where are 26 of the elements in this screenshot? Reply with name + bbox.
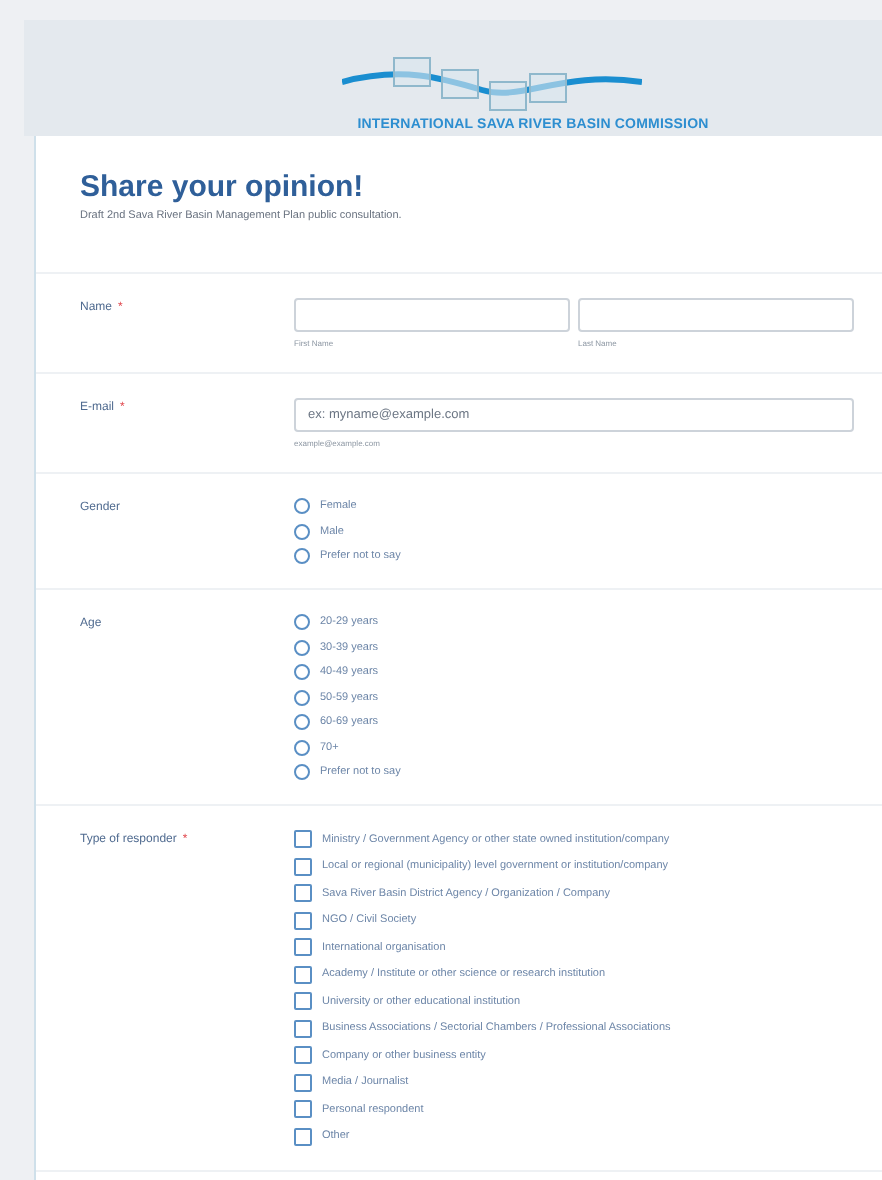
river-logo-icon: [342, 54, 643, 114]
checkbox[interactable]: [294, 1100, 312, 1118]
radio-button[interactable]: [294, 614, 310, 630]
radio-button[interactable]: [294, 689, 310, 705]
radio-button[interactable]: [294, 523, 310, 539]
checkbox[interactable]: [294, 1073, 312, 1091]
radio-button[interactable]: [294, 739, 310, 755]
radio-button[interactable]: [294, 764, 310, 780]
checkbox[interactable]: [294, 965, 312, 983]
radio-button[interactable]: [294, 714, 310, 730]
checkbox[interactable]: [294, 911, 312, 929]
form-title: Share your opinion!: [80, 170, 366, 204]
checkbox[interactable]: [294, 1019, 312, 1037]
text-field[interactable]: [578, 298, 854, 332]
text-field[interactable]: [294, 298, 570, 332]
checkbox[interactable]: [294, 938, 312, 956]
checkbox[interactable]: [294, 992, 312, 1010]
radio-button[interactable]: [294, 664, 310, 680]
radio-button[interactable]: [294, 639, 310, 655]
radio-button[interactable]: [294, 548, 310, 564]
checkbox[interactable]: [294, 830, 312, 848]
radio-button[interactable]: [294, 498, 310, 514]
checkbox[interactable]: [294, 884, 312, 902]
checkbox[interactable]: [294, 857, 312, 875]
checkbox[interactable]: [294, 1046, 312, 1064]
checkbox[interactable]: [294, 1127, 312, 1145]
